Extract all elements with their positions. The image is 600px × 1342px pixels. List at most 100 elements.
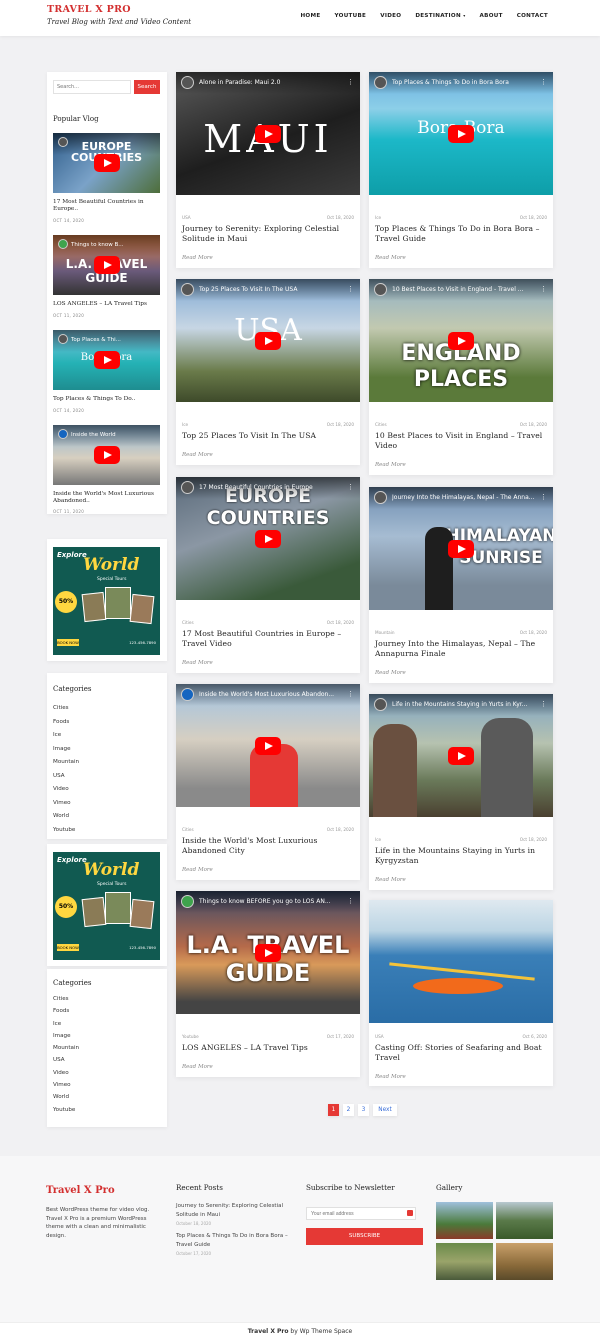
category-link[interactable]: Vimeo — [53, 800, 79, 814]
youtube-play-icon[interactable] — [255, 736, 281, 755]
post-title[interactable]: 10 Best Places to Visit in England – Tra… — [375, 431, 547, 450]
category-link[interactable]: USA — [53, 1057, 79, 1069]
post-card[interactable]: EUROPE COUNTRIES 17 Most Beautiful Count… — [176, 477, 360, 673]
site-title[interactable]: TRAVEL X PRO — [47, 4, 191, 15]
more-vert-icon[interactable]: ⋮ — [347, 483, 354, 491]
more-vert-icon[interactable]: ⋮ — [540, 78, 547, 86]
more-vert-icon[interactable]: ⋮ — [540, 700, 547, 708]
category-link[interactable]: Ice — [53, 1021, 79, 1033]
category-link[interactable]: World — [53, 813, 79, 827]
youtube-play-icon[interactable] — [255, 943, 281, 962]
gallery-image[interactable] — [496, 1243, 553, 1280]
gallery-image[interactable] — [436, 1202, 493, 1239]
footer-brand[interactable]: Travel X Pro — [46, 1185, 115, 1196]
category-link[interactable]: World — [53, 1094, 79, 1106]
youtube-play-icon[interactable] — [93, 256, 120, 274]
nav-contact[interactable]: CONTACT — [517, 13, 548, 19]
vlog-title[interactable]: Top Places & Things To Do.. — [53, 396, 161, 403]
vlog-thumb[interactable]: Top Places & Thi... Bora Bora — [53, 330, 160, 390]
youtube-play-icon[interactable] — [448, 331, 474, 350]
next-page-button[interactable]: Next — [373, 1104, 397, 1116]
nav-home[interactable]: HOME — [300, 13, 320, 19]
vlog-title[interactable]: LOS ANGELES – LA Travel Tips — [53, 301, 161, 308]
read-more-link[interactable]: Read More — [375, 877, 406, 883]
youtube-play-icon[interactable] — [448, 124, 474, 143]
nav-destination[interactable]: DESTINATION ▾ — [415, 13, 465, 19]
post-thumb[interactable]: Life in the Mountains Staying in Yurts i… — [369, 694, 553, 817]
copyright-brand[interactable]: Travel X Pro — [248, 1328, 289, 1335]
read-more-link[interactable]: Read More — [182, 867, 213, 873]
post-card[interactable]: USA Top 25 Places To Visit In The USA ⋮ … — [176, 279, 360, 465]
category-link[interactable]: Ice — [53, 732, 79, 746]
post-card[interactable]: Inside the World's Most Luxurious Abando… — [176, 684, 360, 880]
post-category[interactable]: Ice — [375, 837, 381, 842]
post-category[interactable]: Ice — [182, 422, 188, 427]
post-card[interactable]: Life in the Mountains Staying in Yurts i… — [369, 694, 553, 890]
youtube-play-icon[interactable] — [255, 331, 281, 350]
page-2[interactable]: 2 — [343, 1104, 354, 1116]
more-vert-icon[interactable]: ⋮ — [540, 285, 547, 293]
travel-ad-banner[interactable]: Explore World Special Tours 50% BOOK NOW… — [53, 547, 160, 655]
travel-ad-banner[interactable]: Explore World Special Tours 50% BOOK NOW… — [53, 852, 160, 960]
category-link[interactable]: Image — [53, 746, 79, 760]
post-title[interactable]: LOS ANGELES – LA Travel Tips — [182, 1043, 354, 1053]
post-title[interactable]: Journey Into the Himalayas, Nepal – The … — [375, 639, 547, 658]
nav-about[interactable]: ABOUT — [480, 13, 503, 19]
vlog-thumb[interactable]: Inside the World — [53, 425, 160, 485]
post-category[interactable]: Cities — [375, 422, 387, 427]
category-link[interactable]: Foods — [53, 1008, 79, 1020]
category-link[interactable]: Video — [53, 786, 79, 800]
subscribe-button[interactable]: SUBSCRIBE — [306, 1228, 423, 1245]
page-3[interactable]: 3 — [358, 1104, 369, 1116]
post-category[interactable]: Ice — [375, 215, 381, 220]
category-link[interactable]: Vimeo — [53, 1082, 79, 1094]
read-more-link[interactable]: Read More — [375, 1074, 406, 1080]
post-title[interactable]: Journey to Serenity: Exploring Celestial… — [182, 224, 354, 243]
read-more-link[interactable]: Read More — [182, 660, 213, 666]
post-thumb[interactable] — [369, 900, 553, 1023]
post-title[interactable]: Casting Off: Stories of Seafaring and Bo… — [375, 1043, 547, 1062]
post-card[interactable]: L.A. TRAVEL GUIDE Things to know BEFORE … — [176, 891, 360, 1077]
more-vert-icon[interactable]: ⋮ — [347, 690, 354, 698]
post-card[interactable]: Bora Bora Top Places & Things To Do in B… — [369, 72, 553, 268]
post-category[interactable]: USA — [182, 215, 191, 220]
gallery-image[interactable] — [496, 1202, 553, 1239]
post-thumb[interactable]: USA Top 25 Places To Visit In The USA ⋮ — [176, 279, 360, 402]
post-title[interactable]: Life in the Mountains Staying in Yurts i… — [375, 846, 547, 865]
post-card[interactable]: HIMALAYAN SUNRISE Journey Into the Himal… — [369, 487, 553, 683]
more-vert-icon[interactable]: ⋮ — [347, 78, 354, 86]
copyright-credit[interactable]: by Wp Theme Space — [289, 1328, 352, 1335]
read-more-link[interactable]: Read More — [375, 462, 406, 468]
read-more-link[interactable]: Read More — [375, 670, 406, 676]
post-card[interactable]: MAUI Alone in Paradise: Maui 2.0 ⋮ USA Oc… — [176, 72, 360, 268]
search-input[interactable] — [53, 80, 131, 94]
category-link[interactable]: Image — [53, 1033, 79, 1045]
vlog-thumb[interactable]: Things to know B... L.A. TRAVEL GUIDE — [53, 235, 160, 295]
vlog-title[interactable]: Inside the World's Most Luxurious Abando… — [53, 491, 161, 505]
youtube-play-icon[interactable] — [93, 351, 120, 369]
post-thumb[interactable]: Inside the World's Most Luxurious Abando… — [176, 684, 360, 807]
youtube-play-icon[interactable] — [93, 446, 120, 464]
read-more-link[interactable]: Read More — [182, 452, 213, 458]
search-button[interactable]: Search — [134, 80, 160, 94]
category-link[interactable]: Mountain — [53, 759, 79, 773]
category-link[interactable]: Cities — [53, 996, 79, 1008]
page-1[interactable]: 1 — [328, 1104, 339, 1116]
post-title[interactable]: Top 25 Places To Visit In The USA — [182, 431, 354, 441]
post-thumb[interactable]: EUROPE COUNTRIES 17 Most Beautiful Count… — [176, 477, 360, 600]
post-card[interactable]: ENGLAND PLACES 10 Best Places to Visit i… — [369, 279, 553, 475]
read-more-link[interactable]: Read More — [182, 1064, 213, 1070]
post-category[interactable]: USA — [375, 1034, 384, 1039]
post-title[interactable]: Top Places & Things To Do in Bora Bora –… — [375, 224, 547, 243]
brand[interactable]: TRAVEL X PRO Travel Blog with Text and V… — [47, 4, 191, 26]
post-title[interactable]: 17 Most Beautiful Countries in Europe – … — [182, 629, 354, 648]
more-vert-icon[interactable]: ⋮ — [540, 493, 547, 501]
more-vert-icon[interactable]: ⋮ — [347, 285, 354, 293]
post-title[interactable]: Inside the World's Most Luxurious Abando… — [182, 836, 354, 855]
vlog-title[interactable]: 17 Most Beautiful Countries in Europe.. — [53, 199, 161, 213]
vlog-thumb[interactable]: EUROPE COUNTRIES — [53, 133, 160, 193]
post-thumb[interactable]: MAUI Alone in Paradise: Maui 2.0 ⋮ — [176, 72, 360, 195]
youtube-play-icon[interactable] — [93, 154, 120, 172]
category-link[interactable]: USA — [53, 773, 79, 787]
recent-post-link[interactable]: Journey to Serenity: Exploring Celestial… — [176, 1202, 291, 1219]
